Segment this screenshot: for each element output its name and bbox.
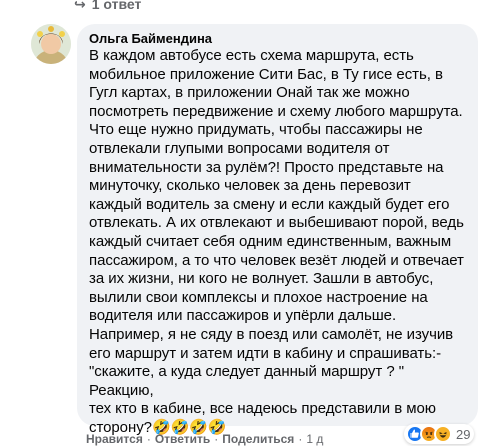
share-button[interactable]: Поделиться bbox=[222, 432, 294, 446]
avatar[interactable] bbox=[31, 24, 71, 64]
comment-text: В каждом автобусе есть схема маршрута, е… bbox=[89, 47, 466, 437]
reactions-count: 29 bbox=[456, 426, 471, 442]
haha-icon bbox=[434, 425, 452, 443]
comment-body: В каждом автобусе есть схема маршрута, е… bbox=[89, 47, 464, 436]
previous-replies-link[interactable]: ↪ 1 ответ bbox=[74, 0, 141, 12]
comment-bubble: Ольга Баймендина В каждом автобусе есть … bbox=[77, 24, 478, 436]
reply-arrow-icon: ↪ bbox=[74, 0, 86, 12]
comment-timestamp[interactable]: 1 д bbox=[306, 432, 323, 446]
action-separator: · bbox=[214, 432, 219, 446]
reply-button[interactable]: Ответить bbox=[155, 432, 210, 446]
reactions-summary[interactable]: 29 bbox=[404, 424, 475, 444]
comment-actions: Нравится · Ответить · Поделиться · 1 д bbox=[86, 432, 323, 446]
avatar-photo bbox=[31, 24, 71, 64]
previous-replies-label: 1 ответ bbox=[91, 0, 142, 12]
comment-author[interactable]: Ольга Баймендина bbox=[89, 31, 466, 47]
action-separator: · bbox=[146, 432, 151, 446]
action-separator: · bbox=[298, 432, 303, 446]
like-button[interactable]: Нравится bbox=[86, 432, 143, 446]
